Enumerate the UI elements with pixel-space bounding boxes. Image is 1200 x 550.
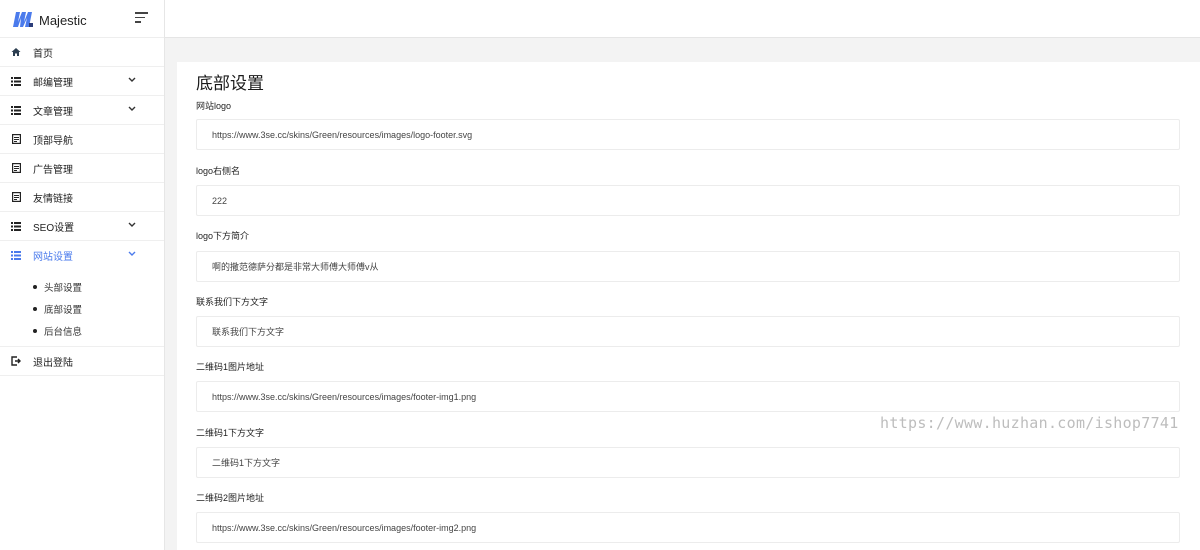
sidebar-item-seo[interactable]: SEO设置 [0, 212, 164, 241]
site-settings-submenu: 头部设置 底部设置 后台信息 [0, 270, 164, 347]
sidebar-item-label: 邮编管理 [33, 77, 73, 89]
logout-label: 退出登陆 [33, 357, 73, 369]
footer-settings-card: 底部设置 网站logo logo右侧名 logo下方简介 联系我们下方文字 二维… [177, 62, 1200, 550]
sidebar-item-label: 友情链接 [33, 193, 73, 205]
chevron-down-icon [128, 104, 136, 114]
document-icon [11, 134, 21, 144]
field-qrcode2-url: 二维码2图片地址 [196, 492, 1180, 543]
sidebar-item-label: 文章管理 [33, 106, 73, 118]
document-icon [11, 163, 21, 173]
list-icon [11, 251, 21, 261]
qrcode2-url-input[interactable] [196, 512, 1180, 543]
field-label: logo右侧名 [196, 166, 241, 176]
sidebar-item-zipcode[interactable]: 邮编管理 [0, 67, 164, 96]
field-qrcode1-text: 二维码1下方文字 [196, 427, 1180, 478]
sidebar-item-label: 广告管理 [33, 164, 73, 176]
logout-icon [11, 356, 21, 366]
list-icon [11, 221, 21, 231]
logout-button[interactable]: 退出登陆 [0, 347, 164, 376]
field-qrcode1-url: 二维码1图片地址 [196, 361, 1180, 412]
sidebar-item-label: SEO设置 [33, 222, 75, 234]
brand-name: Majestic [39, 13, 87, 28]
sidebar-item-label: 顶部导航 [33, 135, 73, 147]
page-title: 底部设置 [196, 74, 264, 93]
qrcode1-text-input[interactable] [196, 447, 1180, 478]
field-site-logo: 网站logo [196, 100, 1180, 150]
qrcode1-url-input[interactable] [196, 381, 1180, 412]
field-label: 二维码1图片地址 [196, 362, 265, 372]
contact-text-input[interactable] [196, 316, 1180, 347]
submenu-item-header-settings[interactable]: 头部设置 [0, 276, 164, 298]
sidebar-item-label: 网站设置 [33, 252, 73, 263]
menu-toggle-icon[interactable] [135, 12, 149, 24]
chevron-down-icon [128, 75, 136, 85]
document-icon [11, 192, 21, 202]
top-navbar [165, 0, 1200, 38]
sidebar-item-site-settings[interactable]: 网站设置 [0, 241, 164, 270]
field-logo-right-name: logo右侧名 [196, 165, 1180, 216]
field-contact-text: 联系我们下方文字 [196, 296, 1180, 347]
chevron-down-icon [128, 220, 136, 230]
field-label: 二维码2图片地址 [196, 493, 265, 503]
sidebar-nav: 首页 邮编管理 文章管理 顶部导航 广告管理 友情链接 SEO设置 网站设置 [0, 38, 164, 270]
logo-intro-input[interactable] [196, 251, 1180, 282]
field-label: 联系我们下方文字 [196, 297, 269, 307]
sidebar-item-top-nav[interactable]: 顶部导航 [0, 125, 164, 154]
submenu-item-footer-settings[interactable]: 底部设置 [0, 298, 164, 320]
field-label: logo下方简介 [196, 231, 250, 241]
list-icon [11, 76, 21, 86]
majestic-logo-icon[interactable] [12, 10, 34, 28]
sidebar: Majestic 首页 邮编管理 文章管理 顶部导航 广告管理 友情链接 SEO… [0, 0, 165, 550]
brand-header: Majestic [0, 0, 164, 38]
watermark-text: https://www.huzhan.com/ishop7741 [880, 414, 1179, 432]
site-logo-input[interactable] [196, 119, 1180, 150]
chevron-down-icon [128, 249, 136, 259]
home-icon [11, 47, 21, 57]
sidebar-footer-nav: 退出登陆 [0, 347, 164, 376]
sidebar-item-home[interactable]: 首页 [0, 38, 164, 67]
bullet-icon [33, 285, 37, 289]
bullet-icon [33, 329, 37, 333]
field-label: 网站logo [196, 101, 232, 111]
bullet-icon [33, 307, 37, 311]
sidebar-item-ads[interactable]: 广告管理 [0, 154, 164, 183]
list-icon [11, 105, 21, 115]
sidebar-item-articles[interactable]: 文章管理 [0, 96, 164, 125]
sidebar-item-friend-links[interactable]: 友情链接 [0, 183, 164, 212]
logo-right-name-input[interactable] [196, 185, 1180, 216]
sidebar-item-label: 首页 [33, 48, 53, 60]
field-logo-intro: logo下方简介 [196, 230, 1180, 282]
submenu-item-admin-info[interactable]: 后台信息 [0, 320, 164, 342]
